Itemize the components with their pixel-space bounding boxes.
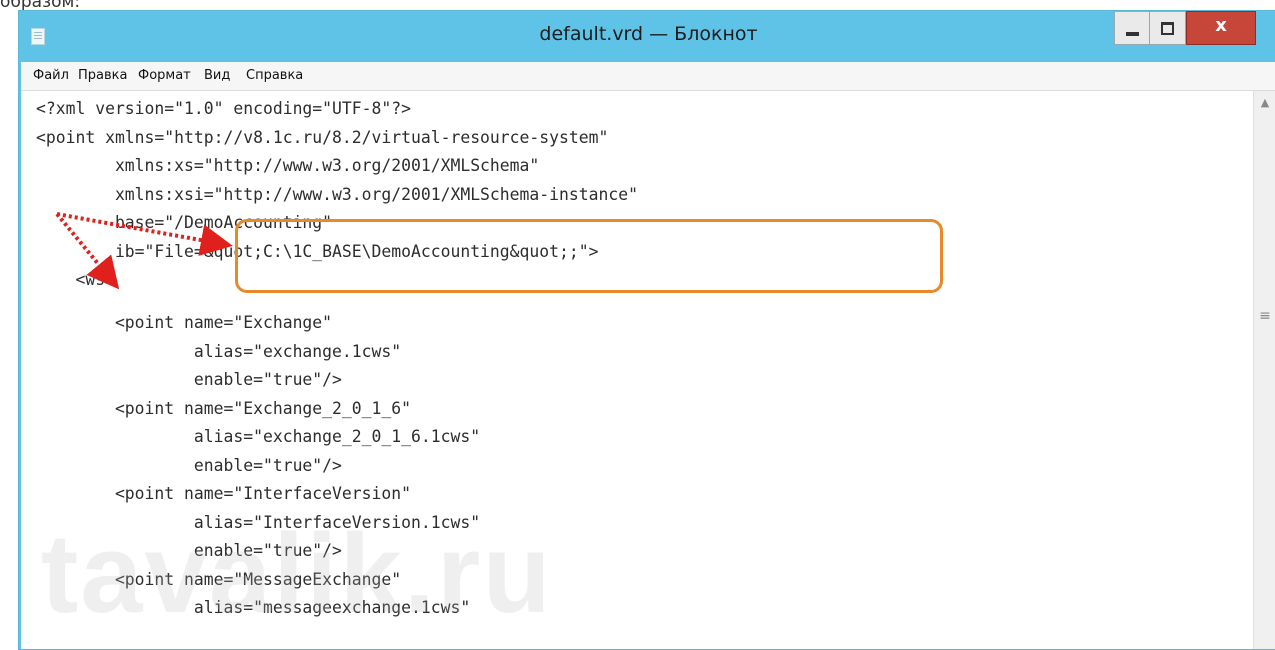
maximize-button[interactable]	[1150, 11, 1186, 45]
code-line: enable="true"/>	[36, 456, 342, 475]
scroll-up-icon[interactable]: ▲	[1254, 93, 1275, 113]
code-line: alias="exchange.1cws"	[36, 342, 402, 361]
close-icon: x	[1215, 15, 1227, 36]
vertical-scrollbar[interactable]: ▲ ≡	[1253, 91, 1275, 649]
menu-item-format[interactable]: Формат	[138, 68, 191, 83]
arrow-to-ws	[55, 212, 120, 290]
highlight-box	[235, 219, 943, 293]
code-line: <point name="Exchange"	[36, 313, 333, 332]
scroll-thumb[interactable]: ≡	[1254, 305, 1275, 327]
window-title: default.vrd — Блокнот	[539, 23, 758, 45]
menu-item-edit[interactable]: Правка	[78, 68, 127, 83]
watermark: tavalik.ru	[41, 511, 553, 636]
text-editor[interactable]: <?xml version="1.0" encoding="UTF-8"?> <…	[21, 91, 1275, 649]
menu-item-help[interactable]: Справка	[246, 68, 303, 83]
menu-item-file[interactable]: Файл	[33, 68, 69, 83]
code-line: <point name="Exchange_2_0_1_6"	[36, 399, 411, 418]
code-line: <point name="InterfaceVersion"	[36, 484, 411, 503]
menu-bar: Файл Правка Формат Вид Справка	[21, 62, 1275, 91]
code-line: alias="exchange_2_0_1_6.1cws"	[36, 427, 481, 446]
title-bar[interactable]: default.vrd — Блокнот x	[19, 11, 1275, 61]
annotation-arrows	[55, 212, 233, 290]
close-button[interactable]: x	[1186, 11, 1256, 45]
arrow-to-base	[56, 212, 233, 256]
menu-item-view[interactable]: Вид	[204, 68, 230, 83]
minimize-button[interactable]	[1114, 11, 1150, 45]
notepad-window: default.vrd — Блокнот x Файл Правка Форм…	[18, 10, 1275, 650]
code-line: enable="true"/>	[36, 370, 342, 389]
